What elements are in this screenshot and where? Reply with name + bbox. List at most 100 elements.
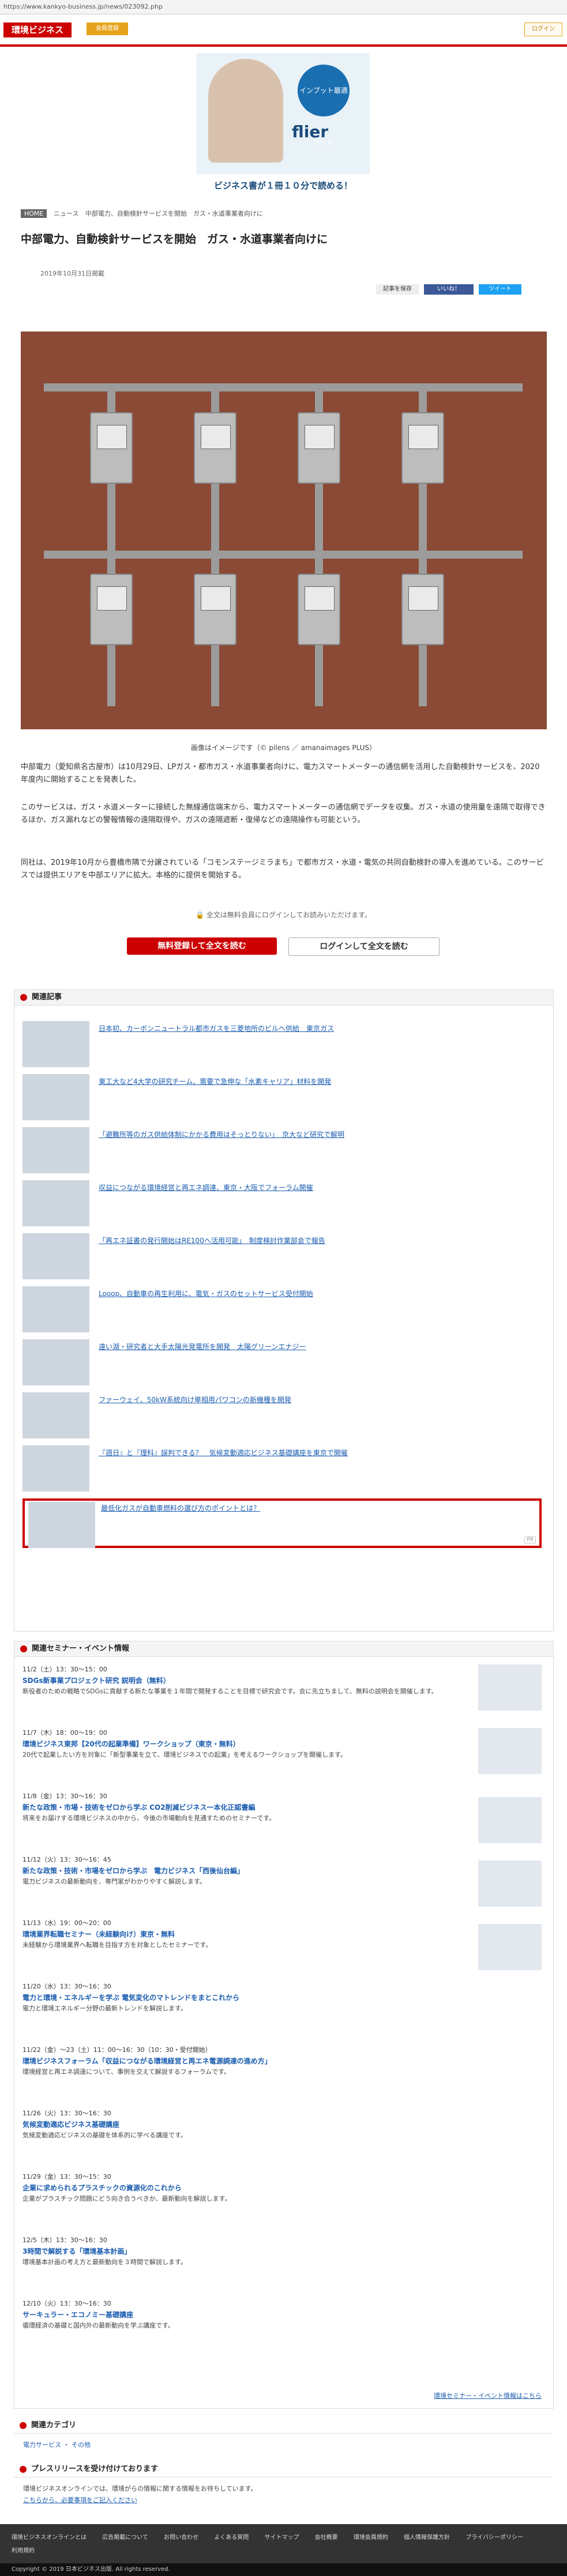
category-panel: 関連カテゴリ: [14, 2418, 553, 2453]
seminar-desc: 将来をお届けする環境ビジネスの中から、今後の市場動向を見通すためのセミナーです。: [22, 1814, 276, 1822]
seminars-panel: 関連セミナー・イベント情報 11/2（土）13：30〜15：00 SDGs新事業プ…: [14, 1641, 554, 2409]
seminar-date: 11/12（火）13：30〜16：45: [22, 1856, 111, 1863]
bookmark-button[interactable]: 記事を保存: [376, 284, 419, 295]
related-article-link[interactable]: 収益につながる環境経営と再エネ調達、東京・大阪でフォーラム開催: [99, 1182, 313, 1192]
press-panel: プレスリリースを受け付けております: [14, 2462, 553, 2479]
seminar-desc: 新役者のための戦略でSDGsに貢献する新たな事業を１年間で開発することを目標で研…: [22, 1688, 438, 1695]
seminar-link[interactable]: 新たな政策・技術・市場をゼロから学ぶ 電力ビジネス「西後仙台編」: [22, 1866, 542, 1875]
footer-link[interactable]: 広告掲載について: [102, 2532, 148, 2541]
seminars-more-link[interactable]: 環境セミナー・イベント情報はこちら: [434, 2391, 542, 2400]
seminar-link[interactable]: 3時間で解説する「環境基本計画」: [22, 2246, 542, 2256]
related-article-item[interactable]: 日本初、カーボンニュートラル都市ガスを三菱地所のビルへ供給 東京ガス: [22, 1021, 542, 1071]
seminar-item[interactable]: 12/5（木）13：30〜16：30 3時間で解説する「環境基本計画」 環境基本計画…: [22, 2235, 542, 2267]
seminars-heading-text: 関連セミナー・イベント情報: [32, 1644, 130, 1653]
related-article-item[interactable]: 『週日』と『理科』誤判できる？ 気候変動適応ビジネス基礎講座を東京で開催: [22, 1445, 542, 1495]
article-paragraph: 同社は、2019年10月から豊橋市隣で分譲されている「コモンステージミラまち」で…: [21, 858, 544, 880]
login-read-button[interactable]: ログインして全文を読む: [288, 937, 440, 956]
seminar-item[interactable]: 11/22（金）〜23（土）11：00〜16：30（10：30・受付開始） 環境ビ…: [22, 2045, 542, 2077]
footer-link[interactable]: 個人情報保護方針: [404, 2532, 450, 2541]
seminar-desc: 電力ビジネスの最新動向を、専門家がわかりやすく解説します。: [22, 1878, 206, 1885]
seminar-item[interactable]: 11/12（火）13：30〜16：45 新たな政策・技術・市場をゼロから学ぶ 電力…: [22, 1855, 542, 1886]
section-dot-icon: [20, 2466, 27, 2473]
breadcrumb-news[interactable]: ニュース: [54, 210, 78, 217]
related-articles-panel: 関連記事 日本初、カーボンニュートラル都市ガスを三菱地所のビルへ供給 東京ガス …: [14, 989, 554, 1632]
related-article-link[interactable]: 東工大など4大学の研究チーム、需要で急伸な「水素キャリア」材料を開発: [99, 1076, 331, 1086]
seminar-item[interactable]: 11/13（水）19：00〜20：00 環境業界転職セミナー（未経験向け）東京・無…: [22, 1918, 542, 1950]
seminar-link[interactable]: サーキュラー・エコノミー基礎講座: [22, 2310, 542, 2319]
seminar-desc: 20代で起業したい方を対象に「新型事業を立て、環境ビジネスでの起業」を考えるワー…: [22, 1751, 347, 1758]
seminar-item[interactable]: 11/26（火）13：30〜16：30 気候変動適応ビジネス基礎講座 気候変動適応ビ…: [22, 2108, 542, 2140]
breadcrumb-home[interactable]: HOME: [21, 209, 47, 218]
seminar-desc: 気候変動適応ビジネスの基礎を体系的に学べる講座です。: [22, 2131, 187, 2139]
related-article-item[interactable]: ファーウェイ、50kW系統向け単相用パワコンの新機種を開発: [22, 1392, 542, 1442]
seminar-link[interactable]: 環境ビジネス東邦【20代の起業準備】ワークショップ（東京・無料）: [22, 1739, 542, 1749]
footer-link[interactable]: サイトマップ: [264, 2532, 299, 2541]
seminar-item[interactable]: 12/10（火）13：30〜16：30 サーキュラー・エコノミー基礎講座 循環経済の…: [22, 2299, 542, 2330]
ad-link[interactable]: 最低化ガスが自動車燃料の選び方のポイントとは？: [101, 1503, 260, 1513]
related-article-item[interactable]: 収益につながる環境経営と再エネ調達、東京・大阪でフォーラム開催: [22, 1180, 542, 1230]
seminar-date: 11/13（水）19：00〜20：00: [22, 1919, 111, 1927]
seminar-item[interactable]: 11/8（金）13：30〜16：30 新たな政策・市場・技術をゼロから学ぶ CO2…: [22, 1791, 542, 1823]
article-title: 中部電力、自動検針サービスを開始 ガス・水道事業者向けに: [21, 233, 328, 246]
seminar-link[interactable]: 企業に求められるプラスチックの資源化のこれから: [22, 2183, 542, 2193]
seminar-item[interactable]: 11/29（金）13：30〜15：30 企業に求められるプラスチックの資源化のこれ…: [22, 2172, 542, 2204]
related-article-link[interactable]: 遠い湖・研究者と大手太陽光発電所を開発 太陽グリーンエナジー: [99, 1342, 306, 1351]
category-link[interactable]: その他: [72, 2441, 91, 2449]
related-article-item[interactable]: 「避難所等のガス供給体制にかかる費用はそっとりない」 京大など研究で解明: [22, 1127, 542, 1177]
seminars-title: 関連セミナー・イベント情報: [14, 1641, 553, 1657]
footer-link[interactable]: 会社概要: [315, 2532, 338, 2541]
breadcrumb-current: 中部電力、自動検針サービスを開始 ガス・水道事業者向けに: [85, 210, 263, 217]
ad-banner[interactable]: インプット最適ツール flier ビジネス書が１冊１０分で読める！: [197, 53, 370, 197]
header-login-button[interactable]: ログイン: [524, 22, 562, 36]
footer-link[interactable]: お問い合わせ: [164, 2532, 198, 2541]
related-article-link[interactable]: 「避難所等のガス供給体制にかかる費用はそっとりない」 京大など研究で解明: [99, 1129, 344, 1139]
seminar-link[interactable]: 新たな政策・市場・技術をゼロから学ぶ CO2削減ビジネス一本化正認書編: [22, 1802, 542, 1812]
related-article-link[interactable]: 『週日』と『理科』誤判できる？ 気候変動適応ビジネス基礎講座を東京で開催: [99, 1448, 348, 1458]
footer-link[interactable]: 利用規約: [12, 2545, 35, 2554]
seminar-link[interactable]: 環境業界転職セミナー（未経験向け）東京・無料: [22, 1929, 542, 1939]
related-article-item[interactable]: 「再エネ証書の発行開始はRE100へ活用可能」 制度検討作業部会で報告: [22, 1233, 542, 1283]
related-article-item[interactable]: Looop、自動車の再生利用に、電気・ガスのセットサービス受付開始: [22, 1286, 542, 1336]
register-read-button[interactable]: 無料登録して全文を読む: [127, 937, 277, 955]
site-logo[interactable]: 環境ビジネス: [3, 22, 72, 37]
seminar-item[interactable]: 11/7（木）18：00〜19：00 環境ビジネス東邦【20代の起業準備】ワークシ…: [22, 1728, 542, 1760]
related-articles-title: 関連記事: [14, 990, 553, 1005]
category-title: 関連カテゴリ: [14, 2418, 553, 2434]
seminar-date: 12/10（火）13：30〜16：30: [22, 2300, 111, 2307]
seminar-link[interactable]: 電力と環境・エネルギーを学ぶ 電気変化のマトレンドをまとこれから: [22, 1993, 542, 2002]
breadcrumb: HOME ニュース 中部電力、自動検針サービスを開始 ガス・水道事業者向けに: [21, 209, 268, 218]
seminar-link[interactable]: 気候変動適応ビジネス基礎講座: [22, 2119, 542, 2129]
footer-link[interactable]: よくある質問: [214, 2532, 249, 2541]
category-link[interactable]: 電力サービス: [23, 2441, 61, 2449]
footer-link[interactable]: プライバシーポリシー: [465, 2532, 523, 2541]
facebook-like-button[interactable]: いいね！: [424, 284, 474, 295]
related-thumbnail: [22, 1286, 89, 1332]
related-thumbnail: [22, 1074, 89, 1120]
category-heading-text: 関連カテゴリ: [31, 2421, 77, 2430]
footer-link[interactable]: 環境ビジネスオンラインとは: [12, 2532, 87, 2541]
lock-icon: 🔒: [196, 911, 206, 919]
related-article-link[interactable]: Looop、自動車の再生利用に、電気・ガスのセットサービス受付開始: [99, 1289, 313, 1298]
seminar-item[interactable]: 11/2（土）13：30〜15：00 SDGs新事業プロジェクト研究 説明会（無料…: [22, 1664, 542, 1696]
related-ad-item[interactable]: 最低化ガスが自動車燃料の選び方のポイントとは？ PR: [22, 1498, 542, 1548]
lock-note-text: 全文は無料会員にログインしてお読みいただけます。: [206, 911, 371, 919]
seminar-date: 11/7（木）18：00〜19：00: [22, 1729, 107, 1737]
section-dot-icon: [20, 1645, 27, 1652]
seminar-date: 11/20（水）13：30〜16：30: [22, 1983, 111, 1990]
related-heading-text: 関連記事: [32, 993, 62, 1001]
footer-link[interactable]: 環境会員規約: [354, 2532, 388, 2541]
seminar-link[interactable]: SDGs新事業プロジェクト研究 説明会（無料）: [22, 1675, 542, 1685]
seminar-date: 11/2（土）13：30〜15：00: [22, 1666, 107, 1673]
twitter-tweet-button[interactable]: ツイート: [479, 284, 521, 295]
press-link[interactable]: こちらから、必要事項をご記入ください: [23, 2495, 542, 2505]
related-article-link[interactable]: ファーウェイ、50kW系統向け単相用パワコンの新機種を開発: [99, 1395, 291, 1404]
related-article-link[interactable]: 「再エネ証書の発行開始はRE100へ活用可能」 制度検討作業部会で報告: [99, 1236, 325, 1245]
register-nav-button[interactable]: 会員登録: [87, 22, 128, 35]
seminar-item[interactable]: 11/20（水）13：30〜16：30 電力と環境・エネルギーを学ぶ 電気変化のマ…: [22, 1982, 542, 2013]
related-article-link[interactable]: 日本初、カーボンニュートラル都市ガスを三菱地所のビルへ供給 東京ガス: [99, 1023, 334, 1033]
seminar-link[interactable]: 環境ビジネスフォーラム「収益につながる環境経営と再エネ電源調達の進め方」: [22, 2056, 542, 2066]
related-article-item[interactable]: 遠い湖・研究者と大手太陽光発電所を開発 太陽グリーンエナジー: [22, 1339, 542, 1389]
seminar-desc: 環境基本計画の考え方と最新動向を３時間で解説します。: [22, 2258, 187, 2266]
browser-url-bar[interactable]: https://www.kankyo-business.jp/news/0230…: [0, 0, 567, 14]
related-article-item[interactable]: 東工大など4大学の研究チーム、需要で急伸な「水素キャリア」材料を開発: [22, 1074, 542, 1124]
